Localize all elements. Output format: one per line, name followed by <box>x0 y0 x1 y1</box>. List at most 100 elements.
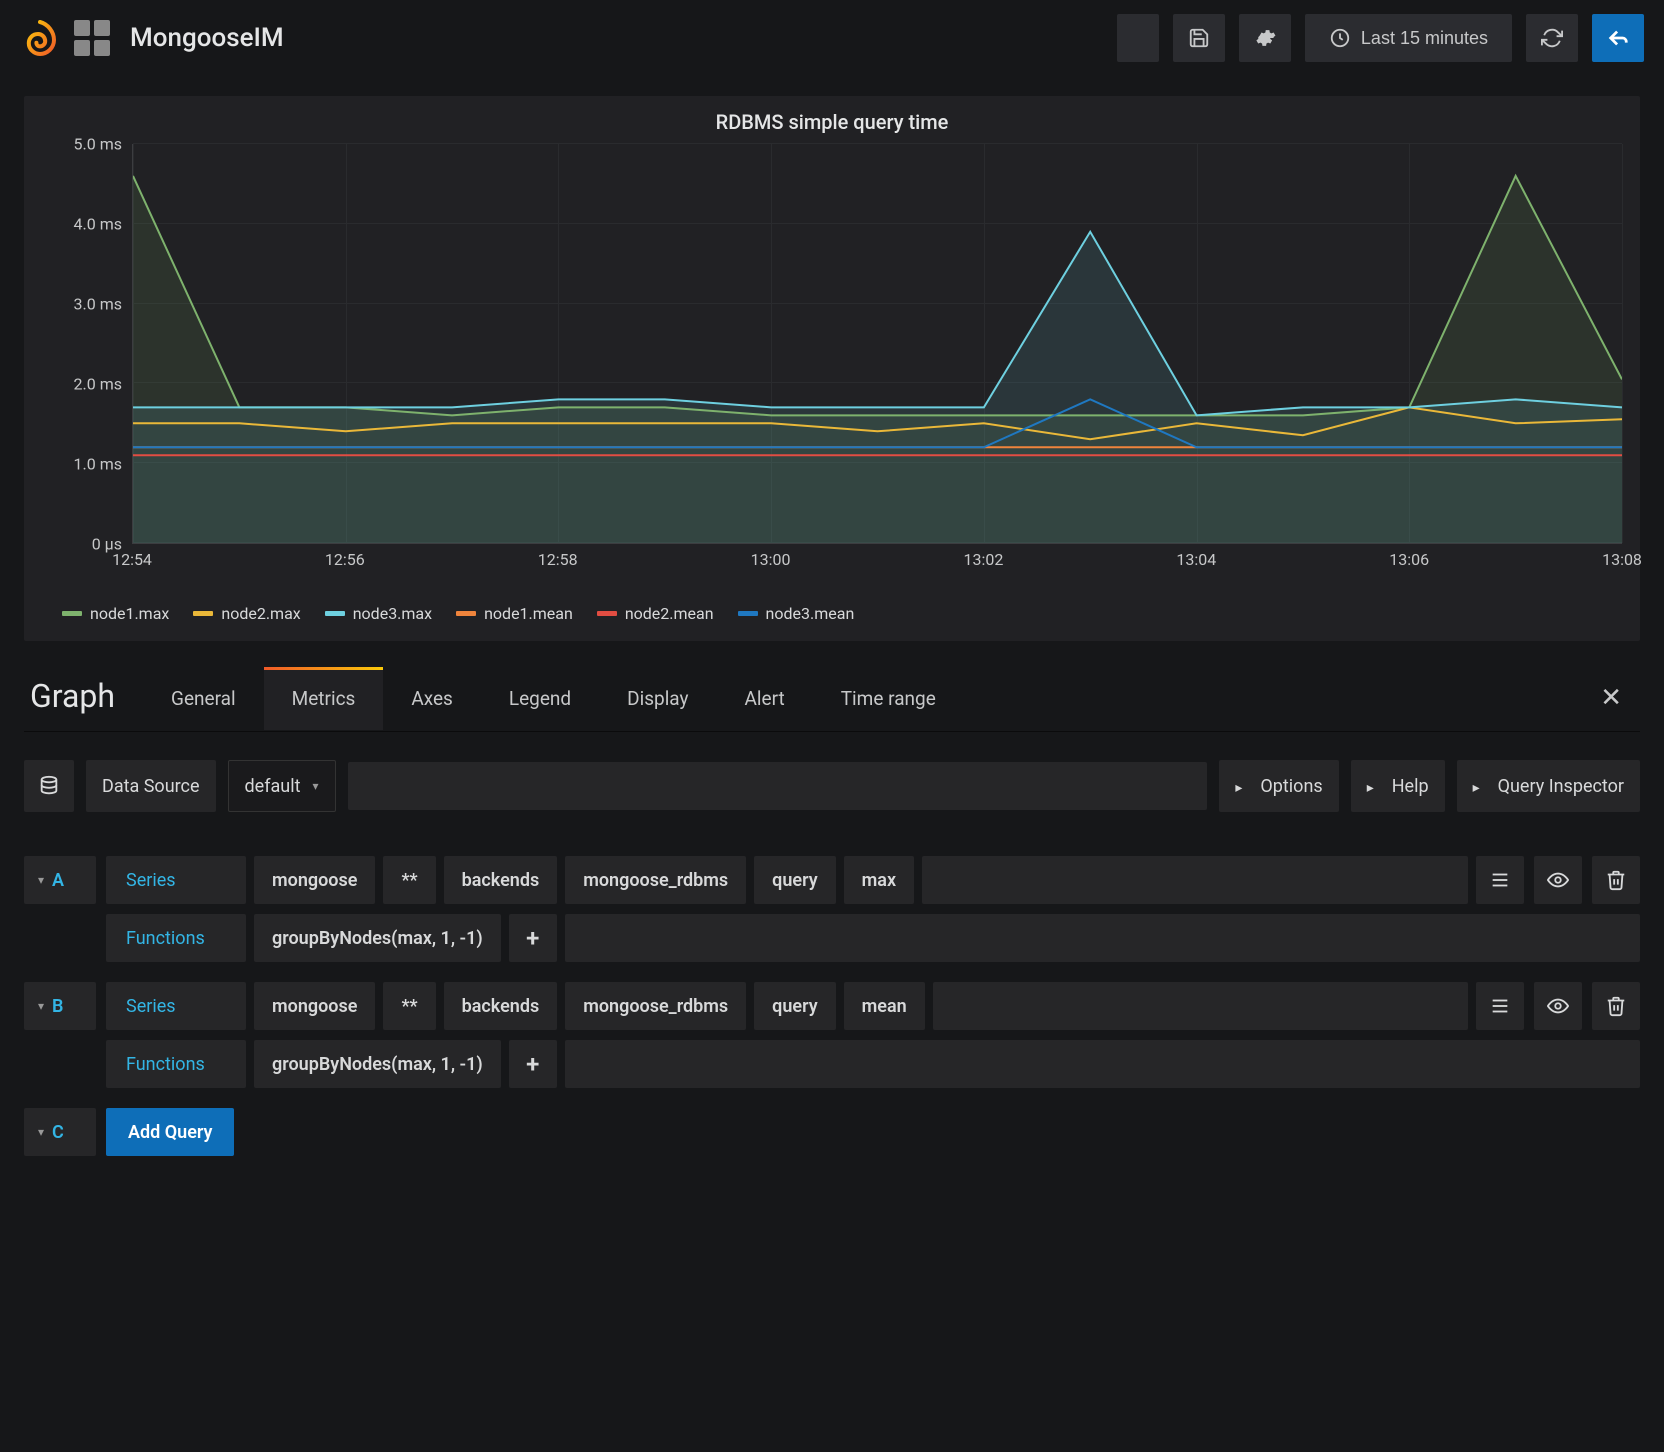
options-button[interactable]: Options <box>1219 760 1338 812</box>
legend-item[interactable]: node3.mean <box>738 604 855 623</box>
legend-label: node2.max <box>221 604 300 623</box>
legend-item[interactable]: node2.max <box>193 604 300 623</box>
series-label: Series <box>106 856 246 904</box>
grafana-logo[interactable] <box>20 18 60 58</box>
metric-segment[interactable]: mongoose_rdbms <box>565 982 746 1030</box>
toggle-visibility-button[interactable] <box>1534 982 1582 1030</box>
x-tick: 13:00 <box>751 550 791 569</box>
legend-swatch <box>62 611 82 616</box>
legend-item[interactable]: node1.mean <box>456 604 573 623</box>
legend-label: node3.mean <box>766 604 855 623</box>
query-menu-button[interactable] <box>1476 982 1524 1030</box>
query-toggle[interactable]: ▾B <box>24 982 96 1030</box>
close-editor-button[interactable]: ✕ <box>1582 683 1640 713</box>
legend-label: node3.max <box>353 604 432 623</box>
tab-legend[interactable]: Legend <box>481 667 599 730</box>
legend-swatch <box>597 611 617 616</box>
legend-label: node1.max <box>90 604 169 623</box>
legend-swatch <box>456 611 476 616</box>
query-row: ▾BSeriesmongoose**backendsmongoose_rdbms… <box>24 982 1640 1098</box>
chart-plot[interactable] <box>132 144 1622 544</box>
settings-button[interactable] <box>1239 14 1291 62</box>
panel-title: RDBMS simple query time <box>42 110 1622 134</box>
top-bar: MongooseIM Last 15 minutes <box>0 0 1664 76</box>
help-button[interactable]: Help <box>1351 760 1445 812</box>
query-row: ▾ASeriesmongoose**backendsmongoose_rdbms… <box>24 856 1640 972</box>
refresh-button[interactable] <box>1526 14 1578 62</box>
query-letter: B <box>52 996 63 1017</box>
chart-panel: RDBMS simple query time 0 μs1.0 ms2.0 ms… <box>24 96 1640 641</box>
caret-down-icon: ▾ <box>38 873 44 887</box>
function-segment[interactable]: groupByNodes(max, 1, -1) <box>254 914 501 962</box>
legend-swatch <box>325 611 345 616</box>
y-tick: 1.0 ms <box>74 455 122 474</box>
add-panel-button[interactable] <box>1117 14 1159 62</box>
spacer <box>348 762 1208 810</box>
query-letter: C <box>52 1122 64 1143</box>
toggle-visibility-button[interactable] <box>1534 856 1582 904</box>
data-source-select[interactable]: default ▾ <box>228 760 336 812</box>
time-range-picker[interactable]: Last 15 minutes <box>1305 14 1512 62</box>
dashboard-grid-icon[interactable] <box>74 20 110 56</box>
x-tick: 12:56 <box>325 550 365 569</box>
metric-segment[interactable]: mongoose <box>254 982 375 1030</box>
chart-area[interactable]: 0 μs1.0 ms2.0 ms3.0 ms4.0 ms5.0 ms <box>42 144 1622 544</box>
x-tick: 13:06 <box>1389 550 1429 569</box>
query-editor: ▾ASeriesmongoose**backendsmongoose_rdbms… <box>24 856 1640 1156</box>
legend-swatch <box>193 611 213 616</box>
metric-segment[interactable]: backends <box>444 982 558 1030</box>
y-tick: 3.0 ms <box>74 295 122 314</box>
functions-label: Functions <box>106 914 246 962</box>
y-axis: 0 μs1.0 ms2.0 ms3.0 ms4.0 ms5.0 ms <box>42 144 132 544</box>
save-button[interactable] <box>1173 14 1225 62</box>
x-axis: 12:5412:5612:5813:0013:0213:0413:0613:08 <box>132 544 1622 574</box>
functions-label: Functions <box>106 1040 246 1088</box>
dashboard-title[interactable]: MongooseIM <box>130 23 284 53</box>
legend-item[interactable]: node1.max <box>62 604 169 623</box>
chart-legend: node1.max node2.max node3.max node1.mean nod… <box>42 604 1622 623</box>
tab-axes[interactable]: Axes <box>383 667 481 730</box>
query-row: ▾CAdd Query <box>24 1108 1640 1156</box>
tab-alert[interactable]: Alert <box>717 667 813 730</box>
metric-segment[interactable]: max <box>844 856 914 904</box>
metric-segment[interactable]: ** <box>383 982 435 1030</box>
metric-segment[interactable]: mongoose_rdbms <box>565 856 746 904</box>
editor-title: Graph <box>24 665 143 731</box>
query-inspector-button[interactable]: Query Inspector <box>1457 760 1640 812</box>
legend-item[interactable]: node2.mean <box>597 604 714 623</box>
function-segment[interactable]: groupByNodes(max, 1, -1) <box>254 1040 501 1088</box>
legend-swatch <box>738 611 758 616</box>
metric-segment[interactable]: query <box>754 856 835 904</box>
data-source-label: Data Source <box>86 760 216 812</box>
query-toggle[interactable]: ▾C <box>24 1108 96 1156</box>
x-tick: 13:04 <box>1176 550 1216 569</box>
delete-query-button[interactable] <box>1592 856 1640 904</box>
query-menu-button[interactable] <box>1476 856 1524 904</box>
add-query-button[interactable]: Add Query <box>106 1108 234 1156</box>
back-button[interactable] <box>1592 14 1644 62</box>
time-range-label: Last 15 minutes <box>1361 28 1488 49</box>
add-function-button[interactable]: + <box>509 914 557 962</box>
legend-item[interactable]: node3.max <box>325 604 432 623</box>
caret-down-icon: ▾ <box>312 779 318 793</box>
metric-segment[interactable]: mean <box>844 982 925 1030</box>
metric-segment[interactable]: mongoose <box>254 856 375 904</box>
metric-segment[interactable]: ** <box>383 856 435 904</box>
data-source-row: Data Source default ▾ Options Help Query… <box>24 760 1640 812</box>
metric-segment[interactable]: query <box>754 982 835 1030</box>
tab-time-range[interactable]: Time range <box>813 667 964 730</box>
query-letter: A <box>52 870 64 891</box>
datasource-icon[interactable] <box>24 760 74 812</box>
y-tick: 4.0 ms <box>74 215 122 234</box>
tab-display[interactable]: Display <box>599 667 716 730</box>
delete-query-button[interactable] <box>1592 982 1640 1030</box>
x-tick: 12:58 <box>538 550 578 569</box>
tab-metrics[interactable]: Metrics <box>264 667 384 730</box>
legend-label: node1.mean <box>484 604 573 623</box>
tab-general[interactable]: General <box>143 667 264 730</box>
metric-segment[interactable]: backends <box>444 856 558 904</box>
y-tick: 5.0 ms <box>74 135 122 154</box>
query-toggle[interactable]: ▾A <box>24 856 96 904</box>
add-function-button[interactable]: + <box>509 1040 557 1088</box>
caret-down-icon: ▾ <box>38 999 44 1013</box>
